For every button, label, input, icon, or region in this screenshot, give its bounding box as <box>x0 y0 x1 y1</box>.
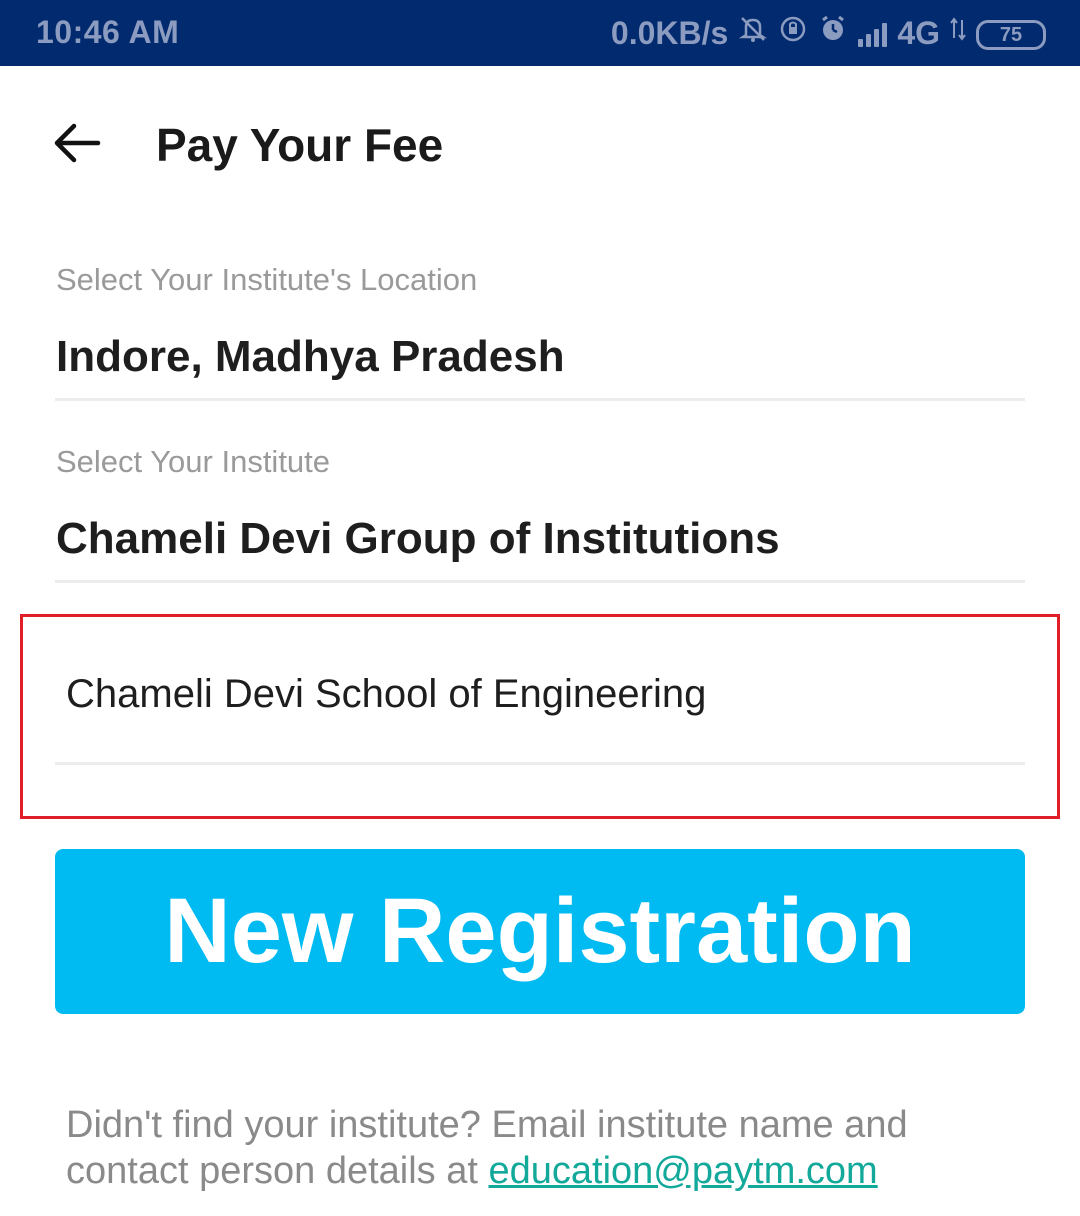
new-registration-button[interactable]: New Registration <box>55 849 1025 1014</box>
mute-icon <box>738 14 768 53</box>
location-underline <box>55 398 1025 401</box>
alarm-icon <box>818 14 848 53</box>
institute-underline <box>55 580 1025 583</box>
data-arrows-icon <box>950 14 966 53</box>
status-bar: 10:46 AM 0.0KB/s 4G 75 <box>0 0 1080 66</box>
help-text: Didn't find your institute? Email instit… <box>66 1102 1026 1194</box>
status-time: 10:46 AM <box>36 14 180 50</box>
app-bar: Pay Your Fee <box>0 66 1080 226</box>
network-speed: 0.0KB/s <box>610 15 729 51</box>
signal-icon <box>858 21 888 47</box>
back-arrow-icon[interactable] <box>52 118 102 168</box>
location-label: Select Your Institute's Location <box>56 262 478 297</box>
location-field[interactable]: Indore, Madhya Pradesh <box>56 332 565 382</box>
rotation-lock-icon <box>778 14 808 53</box>
network-type: 4G <box>897 15 940 51</box>
institute-label: Select Your Institute <box>56 444 331 479</box>
sub-institute-underline <box>55 762 1025 765</box>
institute-field[interactable]: Chameli Devi Group of Institutions <box>56 514 780 564</box>
page-title: Pay Your Fee <box>156 119 444 171</box>
email-link[interactable]: education@paytm.com <box>488 1150 877 1192</box>
status-icons: 0.0KB/s 4G 75 <box>611 14 1046 53</box>
battery-icon: 75 <box>976 19 1046 50</box>
sub-institute-field[interactable]: Chameli Devi School of Engineering <box>66 672 706 717</box>
